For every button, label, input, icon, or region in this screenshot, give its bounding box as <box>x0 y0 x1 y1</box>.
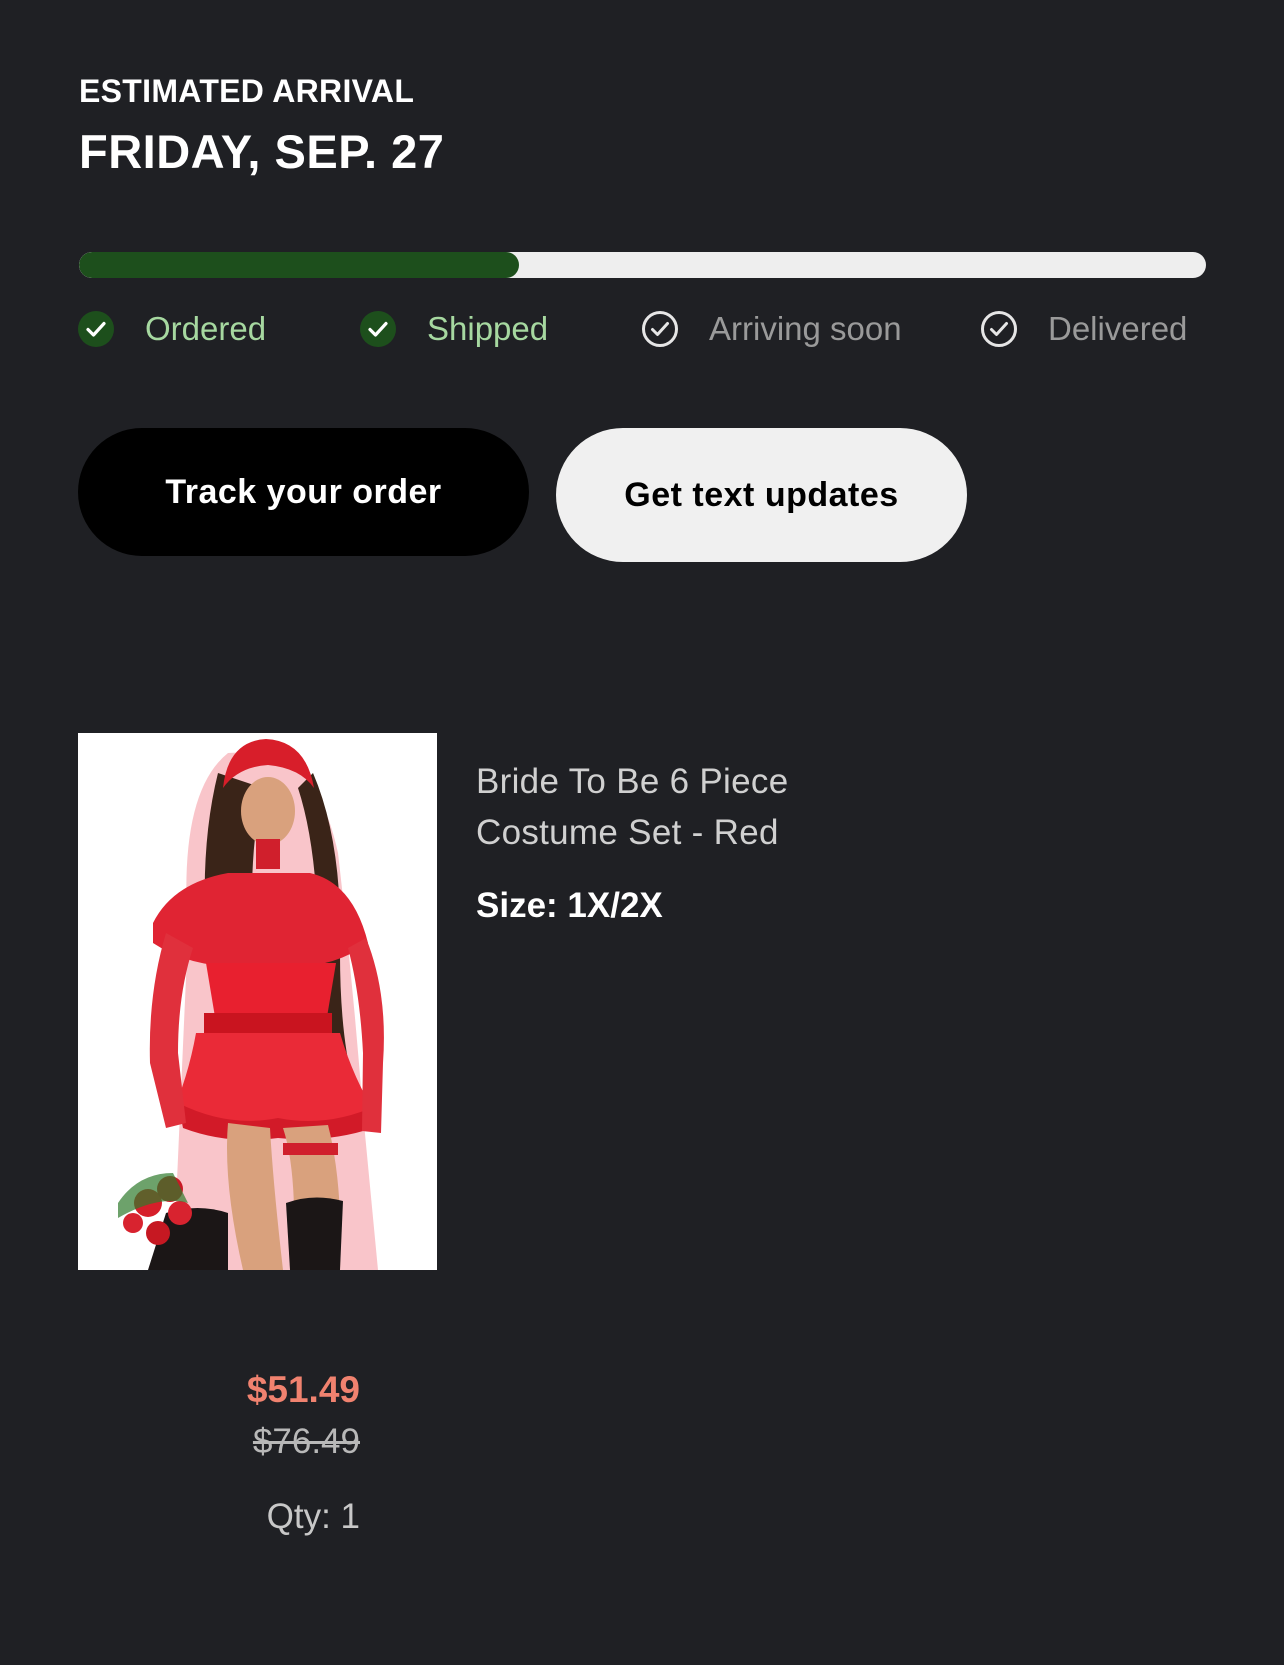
check-circle-outline-icon <box>980 310 1018 348</box>
estimated-arrival-date: FRIDAY, SEP. 27 <box>79 125 445 178</box>
original-price: $76.49 <box>252 1422 360 1461</box>
progress-step-label: Ordered <box>145 310 267 347</box>
progress-step-label: Shipped <box>427 310 549 347</box>
check-circle-filled-icon <box>359 310 397 348</box>
sale-price: $51.49 <box>246 1369 360 1410</box>
order-status-page: ESTIMATED ARRIVAL FRIDAY, SEP. 27 Ordere… <box>0 0 1284 1665</box>
product-size: Size: 1X/2X <box>476 886 663 925</box>
product-name[interactable]: Bride To Be 6 Piece Costume Set - Red <box>476 756 896 858</box>
shipping-progress-fill <box>79 252 519 278</box>
get-text-updates-button[interactable]: Get text updates <box>556 428 967 562</box>
track-order-button[interactable]: Track your order <box>78 428 529 556</box>
progress-step-ordered: Ordered <box>77 309 266 349</box>
quantity: Qty: 1 <box>266 1497 360 1536</box>
progress-step-label: Arriving soon <box>709 310 902 347</box>
check-circle-outline-icon <box>641 310 679 348</box>
product-image[interactable] <box>78 733 437 1270</box>
progress-step-label: Delivered <box>1048 310 1188 347</box>
shipping-progress-bar <box>79 252 1206 278</box>
progress-step-shipped: Shipped <box>359 309 548 349</box>
estimated-arrival-label: ESTIMATED ARRIVAL <box>79 73 415 109</box>
progress-step-arriving-soon: Arriving soon <box>641 309 902 349</box>
progress-step-delivered: Delivered <box>980 309 1187 349</box>
check-circle-filled-icon <box>77 310 115 348</box>
